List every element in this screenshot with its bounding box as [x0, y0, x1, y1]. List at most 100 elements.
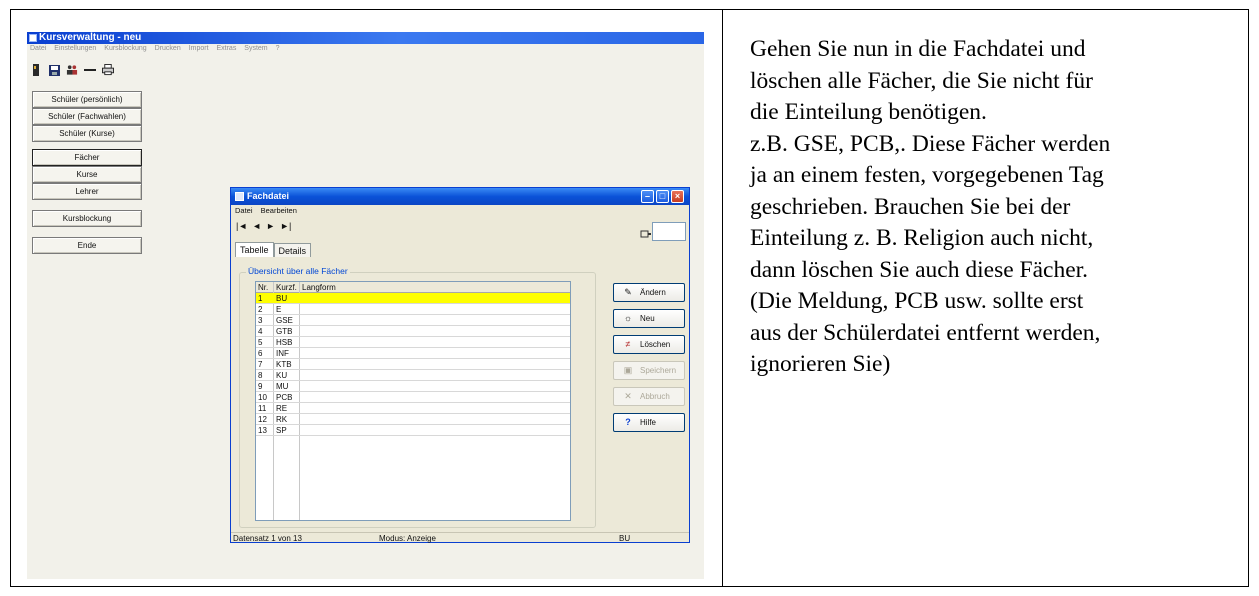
fachdatei-menu-bar: Datei Bearbeiten [235, 206, 303, 216]
menu-extras[interactable]: Extras [216, 45, 236, 52]
instruction-line: löschen alle Fächer, die Sie nicht für [750, 67, 1093, 94]
ende-button[interactable]: Ende [32, 237, 142, 254]
fachdatei-menu-bearbeiten[interactable]: Bearbeiten [261, 206, 297, 215]
lehrer-button[interactable]: Lehrer [32, 183, 142, 200]
table-row[interactable]: 10 PCB [256, 392, 570, 403]
aendern-button[interactable]: ✎ Ändern [613, 283, 685, 302]
printer-icon[interactable] [102, 63, 114, 77]
table-row[interactable]: 4 GTB [256, 326, 570, 337]
next-record-icon[interactable]: ► [266, 221, 275, 231]
current-key: BU [619, 534, 631, 543]
table-row[interactable]: 1 BU [256, 293, 570, 304]
table-row[interactable]: 5 HSB [256, 337, 570, 348]
record-navigation: |◄ ◄ ► ►| [236, 221, 291, 231]
app-title: Kursverwaltung - neu [39, 32, 142, 43]
first-record-icon[interactable]: |◄ [236, 221, 247, 231]
instruction-text: Gehen Sie nun in die Fachdatei und lösch… [750, 34, 1250, 381]
instruction-line: Einteilung z. B. Religion auch nicht, [750, 225, 1094, 251]
instruction-line: dann löschen Sie auch diese Fächer. [750, 256, 1089, 283]
table-row[interactable]: 6 INF [256, 348, 570, 359]
instruction-line: (Die Meldung, PCB usw. sollte erst [750, 288, 1084, 314]
app-screenshot: Kursverwaltung - neu Datei Einstellungen… [27, 32, 704, 579]
search-input[interactable] [652, 222, 686, 241]
table-row[interactable]: 2E [256, 304, 570, 315]
instruction-line: ignorieren Sie) [750, 351, 891, 377]
loeschen-label: Löschen [640, 340, 671, 349]
hilfe-label: Hilfe [640, 418, 657, 427]
app-menu-bar: Datei Einstellungen Kursblockung Drucken… [27, 44, 282, 54]
instruction-line: ja an einem festen, vorgegebenen Tag [750, 162, 1104, 188]
table-row[interactable]: 8 KU [256, 370, 570, 381]
table-header: Nr. Kurzf. Langform [256, 282, 570, 293]
cancel-icon: ✕ [624, 391, 632, 401]
save-disk-icon[interactable] [48, 63, 60, 77]
neu-label: Neu [640, 314, 655, 323]
menu-drucken[interactable]: Drucken [155, 45, 181, 52]
kursblockung-button[interactable]: Kursblockung [32, 210, 142, 227]
maximize-icon[interactable]: □ [656, 190, 669, 203]
kurse-button[interactable]: Kurse [32, 166, 142, 183]
help-icon: ? [625, 417, 631, 427]
aendern-label: Ändern [640, 288, 666, 297]
instruction-line: aus der Schülerdatei entfernt werden, [750, 319, 1101, 346]
fachdatei-window-icon [235, 192, 244, 201]
group-label: Übersicht über alle Fächer [246, 266, 350, 276]
instruction-line: die Einteilung benötigen. [750, 99, 987, 125]
table-row[interactable]: 12 RK [256, 414, 570, 425]
table-row[interactable]: 9 MU [256, 381, 570, 392]
delete-icon: ≠ [625, 339, 631, 349]
last-record-icon[interactable]: ►| [280, 221, 291, 231]
menu-datei[interactable]: Datei [30, 45, 46, 52]
fachdatei-menu-datei[interactable]: Datei [235, 206, 253, 215]
abbruch-button[interactable]: ✕ Abbruch [613, 387, 685, 406]
menu-kursblockung[interactable]: Kursblockung [104, 45, 146, 52]
open-file-icon[interactable] [30, 63, 42, 77]
table-row[interactable]: 11 RE [256, 403, 570, 414]
fachdatei-title-bar[interactable]: Fachdatei – □ × [231, 188, 689, 205]
menu-help[interactable]: ? [276, 45, 280, 52]
neu-button[interactable]: ☼ Neu [613, 309, 685, 328]
column-nr[interactable]: Nr. [258, 282, 268, 293]
column-langform[interactable]: Langform [302, 282, 336, 293]
app-window-icon [29, 34, 37, 42]
users-icon[interactable] [66, 63, 78, 77]
instruction-line: geschrieben. Brauchen Sie bei der [750, 193, 1071, 220]
tab-details[interactable]: Details [273, 243, 312, 257]
schueler-kurse-button[interactable]: Schüler (Kurse) [32, 125, 142, 142]
fachdatei-window: Fachdatei – □ × Datei Bearbeiten |◄ ◄ ► … [230, 187, 690, 543]
table-row[interactable]: 13 SP [256, 425, 570, 436]
tab-strip: Tabelle Details [235, 242, 312, 257]
instruction-line: z.B. GSE, PCB,. Diese Fächer werden [750, 130, 1111, 157]
save-icon: ▣ [623, 365, 633, 375]
minimize-icon[interactable]: – [641, 190, 654, 203]
app-title-bar: Kursverwaltung - neu [27, 32, 704, 44]
hilfe-button[interactable]: ? Hilfe [613, 413, 685, 432]
instruction-line: Gehen Sie nun in die Fachdatei und [750, 36, 1086, 62]
new-sparkle-icon: ☼ [623, 313, 633, 323]
menu-einstellungen[interactable]: Einstellungen [54, 45, 96, 52]
schueler-persoenlich-button[interactable]: Schüler (persönlich) [32, 91, 142, 108]
faecher-button[interactable]: Fächer [32, 149, 142, 166]
table-row[interactable]: 3 GSE [256, 315, 570, 326]
faecher-overview-group: Übersicht über alle Fächer Nr. Kurzf. La… [239, 266, 596, 528]
minus-icon[interactable] [84, 63, 96, 77]
fachdatei-title: Fachdatei [247, 191, 290, 201]
previous-record-icon[interactable]: ◄ [252, 221, 261, 231]
close-icon[interactable]: × [671, 190, 684, 203]
speichern-button[interactable]: ▣ Speichern [613, 361, 685, 380]
app-toolbar [30, 61, 114, 79]
schueler-fachwahlen-button[interactable]: Schüler (Fachwahlen) [32, 108, 142, 125]
table-row[interactable]: 7 KTB [256, 359, 570, 370]
menu-import[interactable]: Import [189, 45, 209, 52]
table-divider [722, 10, 723, 586]
tab-tabelle[interactable]: Tabelle [235, 242, 274, 257]
loeschen-button[interactable]: ≠ Löschen [613, 335, 685, 354]
column-kurzform[interactable]: Kurzf. [276, 282, 297, 293]
faecher-table: Nr. Kurzf. Langform 1 BU 2E 3 GSE 4 GTB 5 HS… [255, 281, 571, 521]
find-icon[interactable] [640, 226, 652, 238]
abbruch-label: Abbruch [640, 392, 670, 401]
mode-indicator: Modus: Anzeige [379, 534, 436, 543]
menu-system[interactable]: System [244, 45, 267, 52]
edit-icon: ✎ [624, 287, 632, 297]
status-bar: Datensatz 1 von 13 Modus: Anzeige BU [231, 532, 689, 543]
